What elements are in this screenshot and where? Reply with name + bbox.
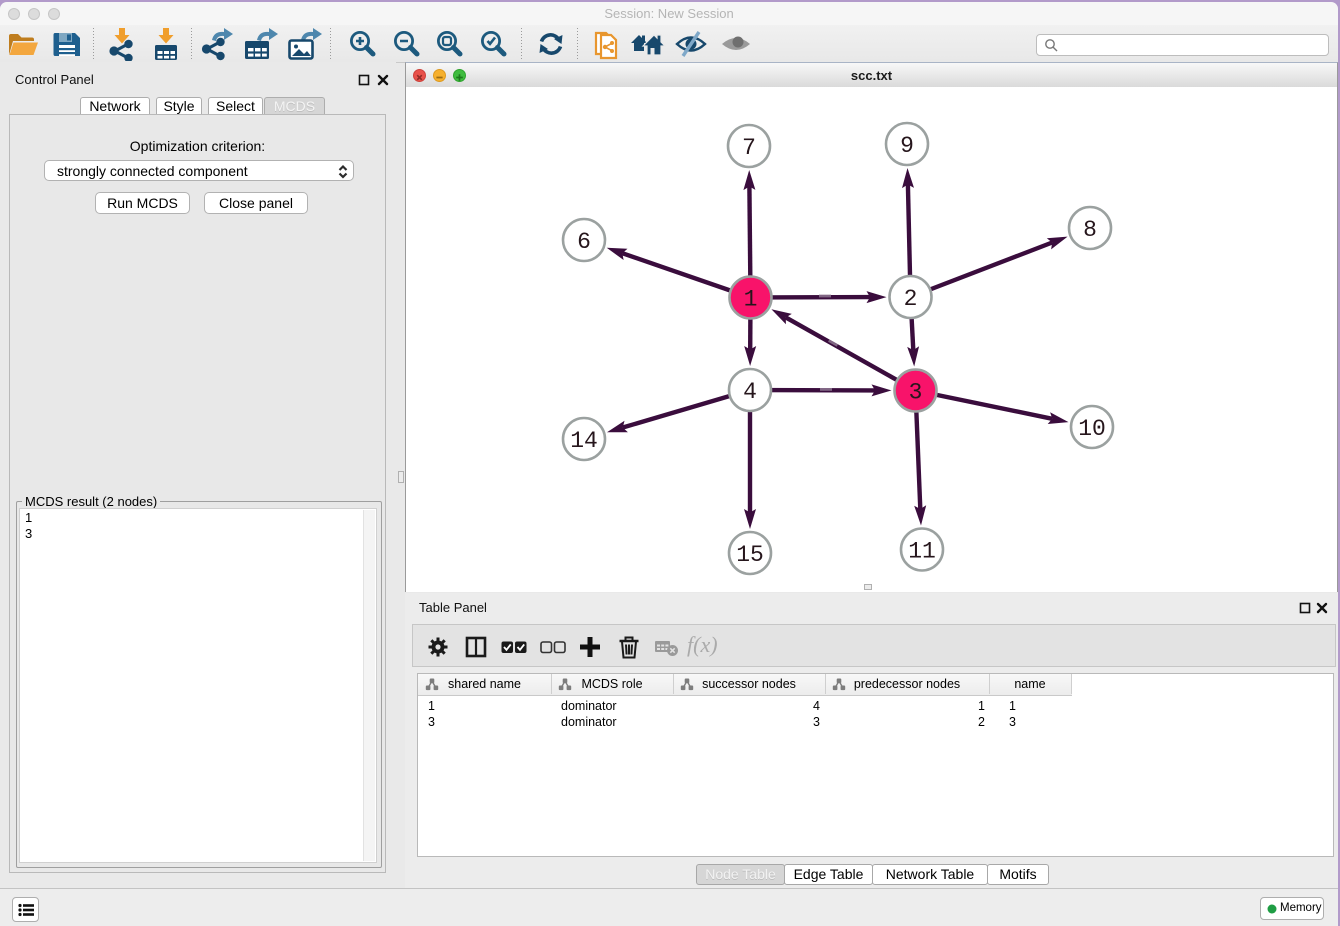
svg-text:9: 9	[900, 133, 914, 159]
svg-text:7: 7	[742, 135, 756, 161]
svg-text:4: 4	[743, 379, 757, 405]
svg-text:15: 15	[736, 542, 764, 568]
svg-text:10: 10	[1078, 416, 1106, 442]
svg-text:11: 11	[908, 539, 936, 565]
svg-text:1: 1	[744, 287, 758, 313]
svg-text:2: 2	[904, 286, 918, 312]
svg-text:3: 3	[909, 380, 923, 406]
svg-text:8: 8	[1083, 217, 1097, 243]
svg-text:14: 14	[570, 428, 598, 454]
svg-text:6: 6	[577, 229, 591, 255]
